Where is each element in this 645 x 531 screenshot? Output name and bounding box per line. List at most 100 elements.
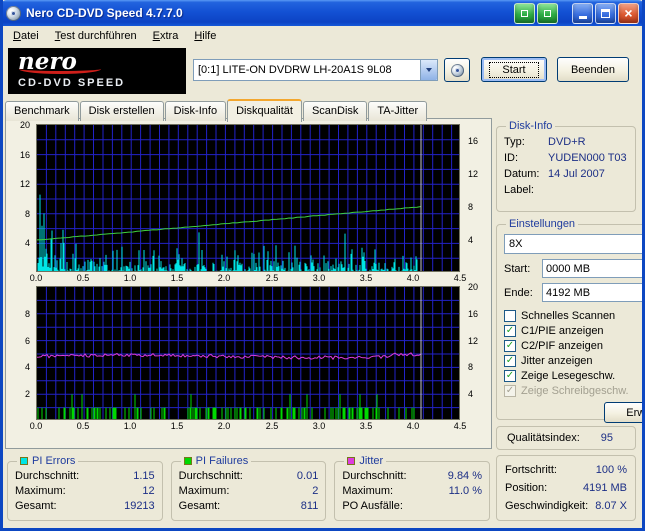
checkbox-c2-pif-anzeigen[interactable]: ✓ C2/PIF anzeigen — [504, 338, 642, 353]
tab-benchmark[interactable]: Benchmark — [5, 101, 79, 121]
menu-item-extra[interactable]: Extra — [145, 28, 187, 44]
axis-tick-label: 0.5 — [76, 421, 90, 431]
checkbox-box[interactable]: ✓ — [504, 354, 516, 367]
end-position-label: Ende: — [504, 286, 533, 299]
stat-row: Maximum: 11.0 % — [342, 484, 482, 499]
minimize-button[interactable] — [572, 2, 593, 24]
result-title-text: PI Errors — [32, 455, 76, 467]
checkbox-box[interactable] — [504, 309, 516, 322]
axis-tick-label: 8 — [24, 309, 30, 319]
quit-button-label: Beenden — [570, 63, 616, 76]
row-value — [548, 182, 628, 198]
tab-disk-erstellen[interactable]: Disk erstellen — [79, 101, 164, 121]
axis-tick-label: 1.5 — [170, 273, 184, 283]
titlebar-extra-button-2[interactable] — [537, 2, 558, 24]
advanced-button[interactable]: Erweitert — [604, 402, 642, 423]
menubar: Datei Test durchführen Extra Hilfe — [3, 26, 642, 46]
axis-tick-label: 12 — [468, 169, 479, 179]
axis-tick-label: 4.5 — [453, 421, 467, 431]
axis-tick-label: 0.0 — [29, 273, 43, 283]
result-box-title: Jitter — [344, 455, 386, 467]
checkbox-c1-pie-anzeigen[interactable]: ✓ C1/PIE anzeigen — [504, 323, 642, 338]
pi-failures-swatch-icon — [183, 457, 192, 465]
tab-ta-jitter[interactable]: TA-Jitter — [368, 101, 428, 121]
start-button[interactable]: Start — [481, 57, 547, 82]
disc-icon — [450, 63, 464, 77]
checkbox-box[interactable]: ✓ — [504, 339, 516, 352]
pif-left-axis: 8 6 4 2 — [8, 287, 34, 421]
axis-tick-label: 4.0 — [406, 421, 420, 431]
stat-row: Durchschnitt: 0.01 — [179, 469, 319, 484]
stat-row: Geschwindigkeit: 8.07 X — [505, 497, 627, 515]
checkbox-label: C2/PIF anzeigen — [521, 339, 603, 352]
titlebar[interactable]: Nero CD-DVD Speed 4.7.7.0 × — [3, 0, 642, 26]
axis-tick-label: 0.5 — [76, 273, 90, 283]
drive-tray-button[interactable] — [444, 58, 470, 82]
stat-row: Durchschnitt: 1.15 — [15, 469, 155, 484]
disk-info-box: Disk-Info Typ: DVD+R ID: YUDEN000 T03 Datum:… — [496, 120, 636, 212]
tab-strip: Benchmark Disk erstellen Disk-Info Diskqual… — [5, 99, 428, 122]
checkbox-label: Schnelles Scannen — [521, 309, 616, 322]
speed-select[interactable]: 8X — [504, 234, 642, 254]
status-box: Fortschritt: 100 % Position: 4191 MB Geschwi… — [496, 455, 636, 521]
drive-select-arrow-button[interactable] — [420, 60, 437, 80]
maximize-button[interactable] — [595, 2, 616, 24]
pi-errors-swatch-icon — [20, 457, 28, 465]
info-row: ID: YUDEN000 T03 — [504, 150, 628, 166]
row-label: Geschwindigkeit: — [505, 500, 589, 512]
axis-tick-label: 4 — [468, 235, 474, 245]
checkbox-box: ✓ — [504, 384, 516, 397]
tab-diskqualitat[interactable]: Diskqualität — [227, 99, 302, 122]
checkbox-box[interactable]: ✓ — [504, 369, 516, 382]
menu-item-test-durchfuhren[interactable]: Test durchführen — [47, 28, 145, 44]
axis-tick-label: 4.5 — [453, 273, 467, 283]
row-label: ID: — [504, 152, 519, 164]
axis-tick-label: 0.0 — [29, 421, 43, 431]
row-label: Durchschnitt: — [342, 470, 407, 482]
axis-tick-label: 1.0 — [123, 273, 137, 283]
row-value: 14 Jul 2007 — [548, 168, 605, 180]
checkbox-jitter-anzeigen[interactable]: ✓ Jitter anzeigen — [504, 353, 642, 368]
start-position-input[interactable] — [542, 259, 642, 278]
menu-item-datei[interactable]: Datei — [5, 28, 47, 44]
checkbox-box[interactable]: ✓ — [504, 324, 516, 337]
row-label: Gesamt: — [15, 500, 57, 512]
menu-item-hilfe[interactable]: Hilfe — [186, 28, 224, 44]
tab-scandisk[interactable]: ScanDisk — [302, 101, 368, 121]
checkbox-label: Zeige Schreibgeschw. — [521, 384, 629, 397]
pie-chart-block: 20 16 12 8 4 16 12 8 4 0.0 0.5 1.0 1.5 2.0 2.5 3.0 3.5… — [20, 120, 478, 285]
result-title-text: Jitter — [359, 455, 384, 467]
quit-button[interactable]: Beenden — [557, 57, 629, 82]
quality-index-label: Qualitätsindex: — [507, 432, 580, 444]
checkbox-schnelles-scannen[interactable]: Schnelles Scannen — [504, 308, 642, 323]
axis-tick-label: 3.5 — [359, 273, 373, 283]
row-label: Maximum: — [178, 485, 230, 497]
tab-disk-info[interactable]: Disk-Info — [164, 101, 227, 121]
row-value: 19213 — [124, 500, 155, 512]
row-value: 4191 MB — [582, 482, 627, 494]
row-label: Maximum: — [342, 485, 394, 497]
row-value: 811 — [300, 500, 319, 512]
quality-index-box: Qualitätsindex: 95 — [496, 426, 636, 450]
disk-info-title: Disk-Info — [509, 120, 553, 132]
settings-title: Einstellungen — [509, 218, 576, 230]
close-button[interactable]: × — [618, 2, 639, 24]
axis-tick-label: 1.0 — [123, 421, 137, 431]
drive-select[interactable]: [0:1] LITE-ON DVDRW LH-20A1S 9L08 — [193, 59, 438, 81]
axis-tick-label: 2.5 — [265, 421, 279, 431]
info-row: Datum: 14 Jul 2007 — [504, 166, 628, 182]
row-value: 12 — [142, 485, 155, 497]
axis-tick-label: 1.5 — [170, 421, 184, 431]
pie-left-axis: 20 16 12 8 4 — [8, 120, 34, 273]
end-position-input[interactable] — [542, 283, 642, 302]
pie-right-axis: 16 12 8 4 — [464, 125, 490, 273]
axis-tick-label: 3.0 — [312, 421, 326, 431]
titlebar-buttons: × — [512, 2, 639, 24]
titlebar-extra-button-1[interactable] — [514, 2, 535, 24]
pie-x-axis: 0.0 0.5 1.0 1.5 2.0 2.5 3.0 3.5 4.0 4.5 — [30, 272, 467, 285]
advanced-row: Erweitert — [504, 402, 642, 423]
header: nero CD-DVD SPEED [0:1] LITE-ON DVDRW LH… — [3, 46, 642, 98]
checkbox-zeige-lesegeschw[interactable]: ✓ Zeige Lesegeschw. — [504, 368, 642, 383]
axis-tick-label: 16 — [468, 136, 479, 146]
status-rows: Fortschritt: 100 % Position: 4191 MB Geschwi… — [505, 461, 627, 515]
